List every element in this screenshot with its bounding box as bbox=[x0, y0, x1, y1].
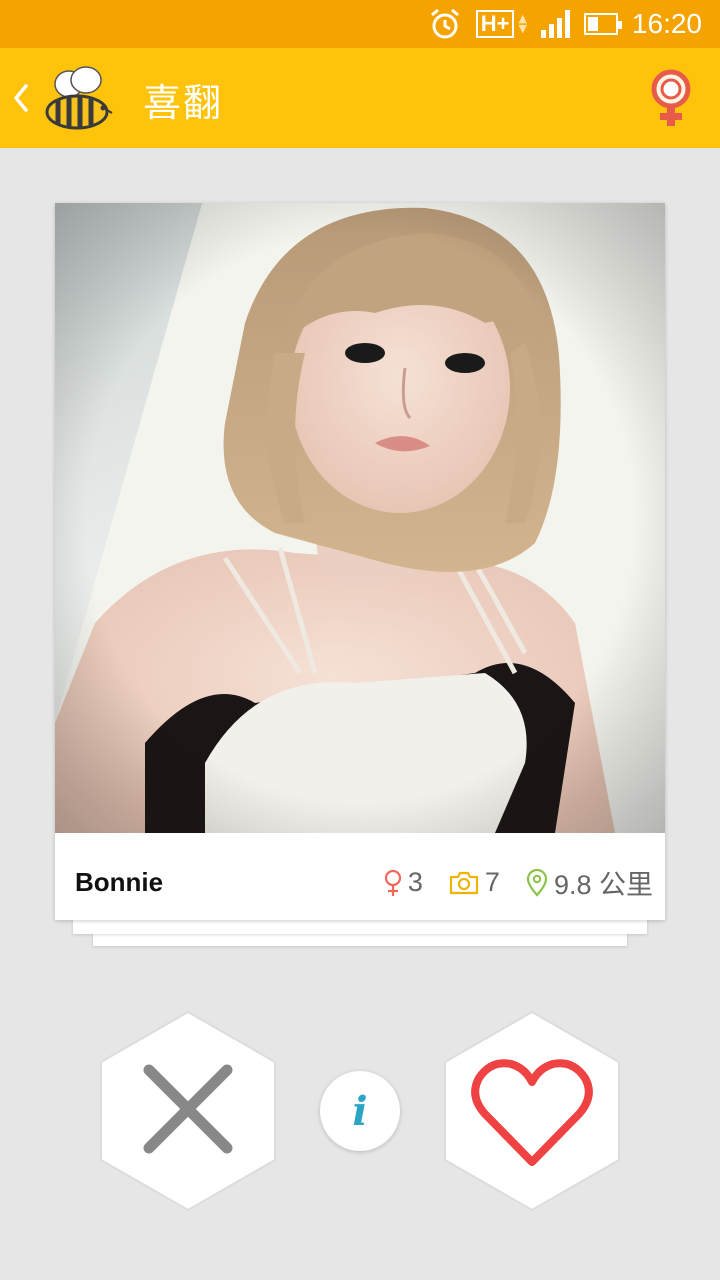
bee-logo-icon bbox=[45, 66, 113, 130]
gender-count: 3 bbox=[407, 867, 423, 897]
status-time: 16:20 bbox=[631, 8, 702, 39]
location-pin-icon bbox=[526, 868, 548, 897]
status-icons: H+ ▲ ▼ 16:20 bbox=[428, 0, 702, 48]
gender-count-stat: 3 bbox=[384, 867, 423, 898]
like-button[interactable] bbox=[441, 1008, 623, 1214]
female-gender-filter-icon[interactable] bbox=[648, 68, 694, 128]
alarm-icon bbox=[430, 8, 459, 39]
distance: 9.8 公里 bbox=[553, 870, 653, 900]
data-arrows-icon: ▲ ▼ bbox=[518, 12, 527, 35]
app-bar: 喜翻 bbox=[0, 48, 720, 148]
profile-stats: 3 7 9.8 公里 bbox=[384, 863, 653, 902]
network-h-plus-icon: H+ bbox=[475, 10, 515, 38]
profile-photo[interactable] bbox=[55, 203, 665, 833]
info-button[interactable]: i bbox=[320, 1071, 400, 1151]
profile-card[interactable]: Bonnie 3 7 9.8 公里 bbox=[55, 203, 665, 920]
card-info-bar: Bonnie 3 7 9.8 公里 bbox=[55, 833, 665, 920]
back-icon[interactable] bbox=[8, 78, 36, 118]
pass-button[interactable] bbox=[97, 1008, 279, 1214]
info-icon: i bbox=[352, 1087, 368, 1135]
female-icon bbox=[384, 869, 401, 896]
app-title: 喜翻 bbox=[143, 81, 224, 125]
battery-icon bbox=[583, 13, 622, 35]
profile-name: Bonnie bbox=[75, 867, 164, 897]
signal-icon bbox=[540, 10, 570, 38]
camera-icon bbox=[449, 871, 479, 894]
photo-count: 7 bbox=[484, 867, 500, 897]
photo-count-stat: 7 bbox=[449, 867, 500, 898]
status-bar: H+ ▲ ▼ 16:20 bbox=[0, 0, 720, 48]
distance-stat: 9.8 公里 bbox=[526, 863, 653, 902]
profile-photo-image bbox=[55, 203, 665, 833]
